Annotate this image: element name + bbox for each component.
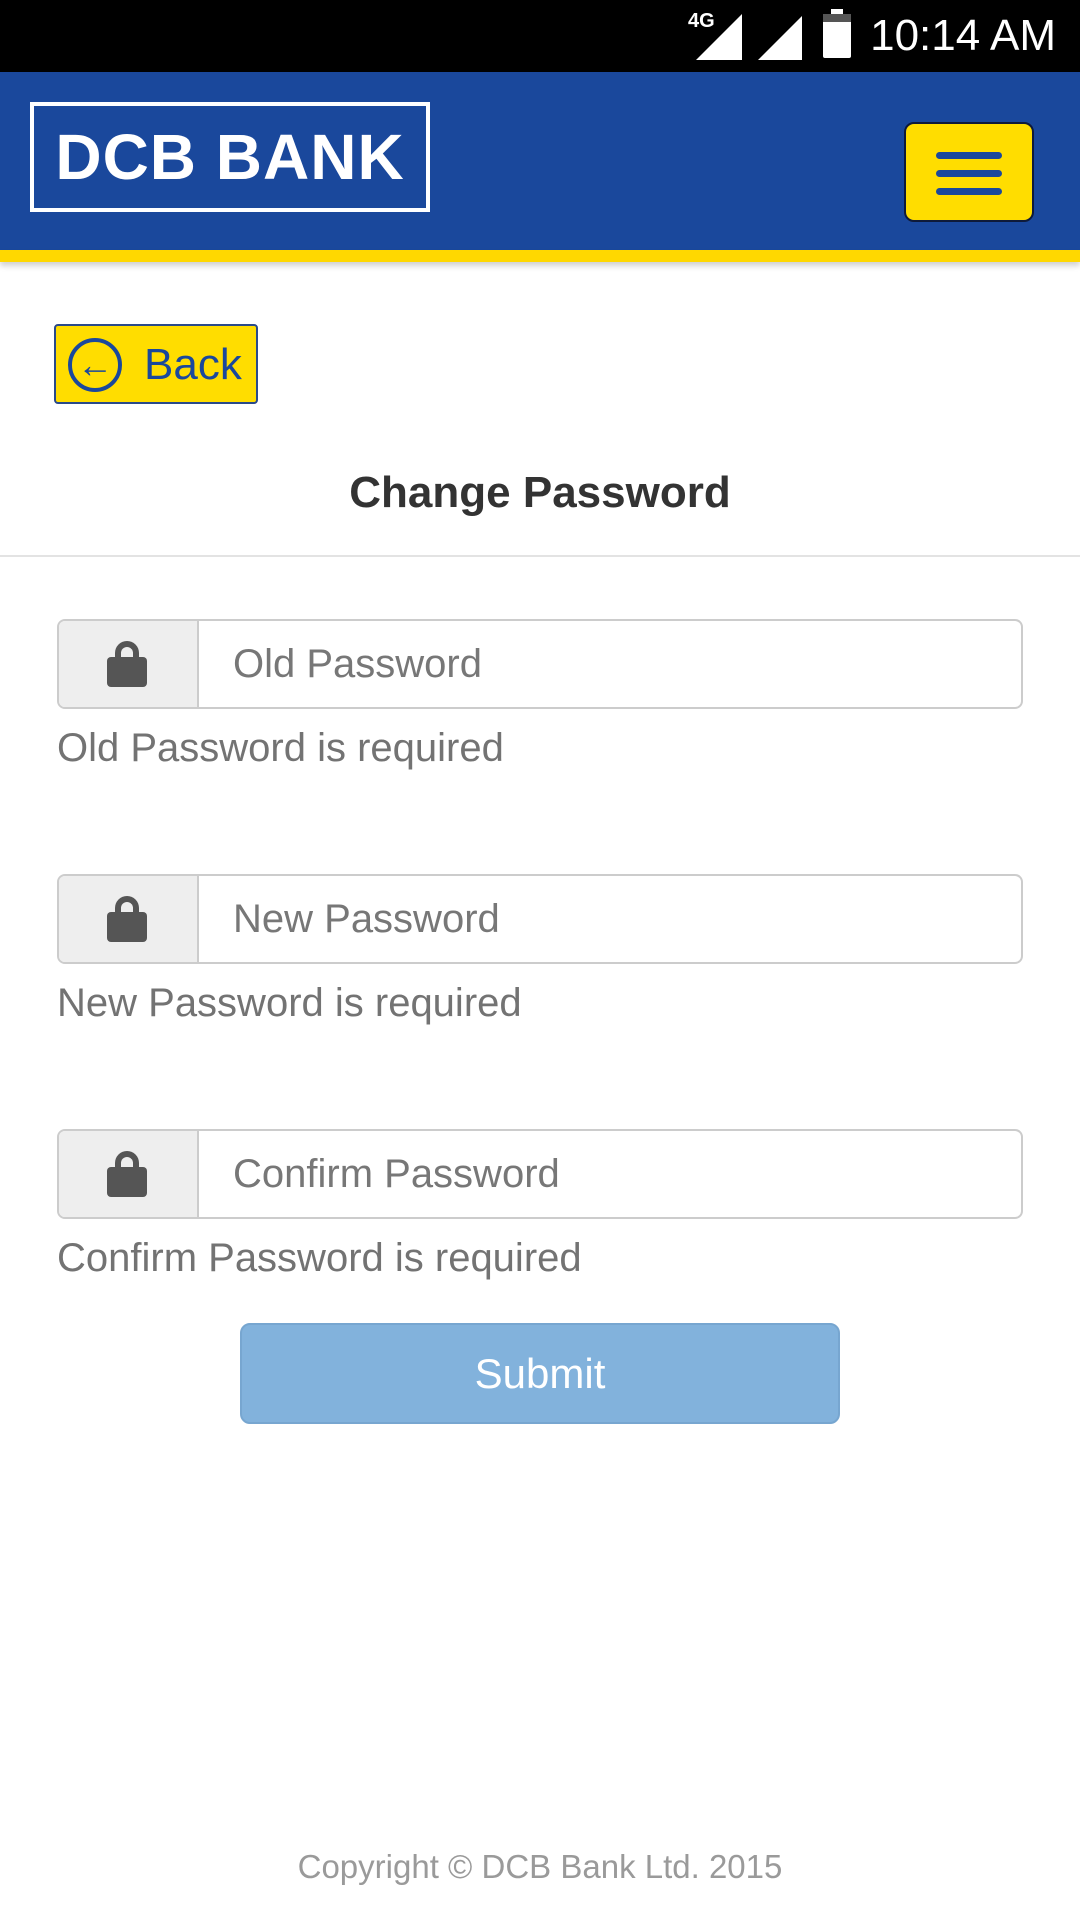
dcb-bank-logo[interactable]: DCB BANK: [30, 102, 430, 212]
old-password-addon: [59, 621, 199, 707]
lock-icon: [107, 641, 147, 687]
hamburger-line: [936, 188, 1002, 195]
arrow-left-circle-icon: ←: [68, 338, 122, 392]
confirm-password-input[interactable]: [199, 1131, 1019, 1217]
signal-icon: [758, 16, 802, 60]
new-password-group: [57, 874, 1023, 964]
hamburger-line: [936, 170, 1002, 177]
old-password-error: Old Password is required: [57, 726, 504, 770]
new-password-addon: [59, 876, 199, 962]
status-time: 10:14 AM: [870, 11, 1056, 60]
lock-icon: [107, 1151, 147, 1197]
new-password-input[interactable]: [199, 876, 1019, 962]
status-bar: 4G 10:14 AM: [0, 0, 1080, 72]
new-password-error: New Password is required: [57, 981, 522, 1025]
battery-icon: [823, 9, 851, 58]
back-button[interactable]: ← Back: [54, 324, 258, 404]
confirm-password-addon: [59, 1131, 199, 1217]
page-title: Change Password: [349, 468, 731, 517]
lock-icon: [107, 896, 147, 942]
signal-4g-icon: [696, 14, 742, 60]
old-password-group: [57, 619, 1023, 709]
submit-button[interactable]: Submit: [240, 1323, 840, 1424]
header-accent-stripe: [0, 250, 1080, 262]
menu-button[interactable]: [904, 122, 1034, 222]
confirm-password-group: [57, 1129, 1023, 1219]
hamburger-menu-icon: [936, 152, 1002, 159]
confirm-password-error: Confirm Password is required: [57, 1236, 582, 1280]
old-password-input[interactable]: [199, 621, 1019, 707]
app-header: DCB BANK: [0, 72, 1080, 250]
footer-copyright: Copyright © DCB Bank Ltd. 2015: [297, 1848, 783, 1885]
back-button-label: Back: [144, 340, 242, 389]
title-divider: [0, 555, 1080, 557]
